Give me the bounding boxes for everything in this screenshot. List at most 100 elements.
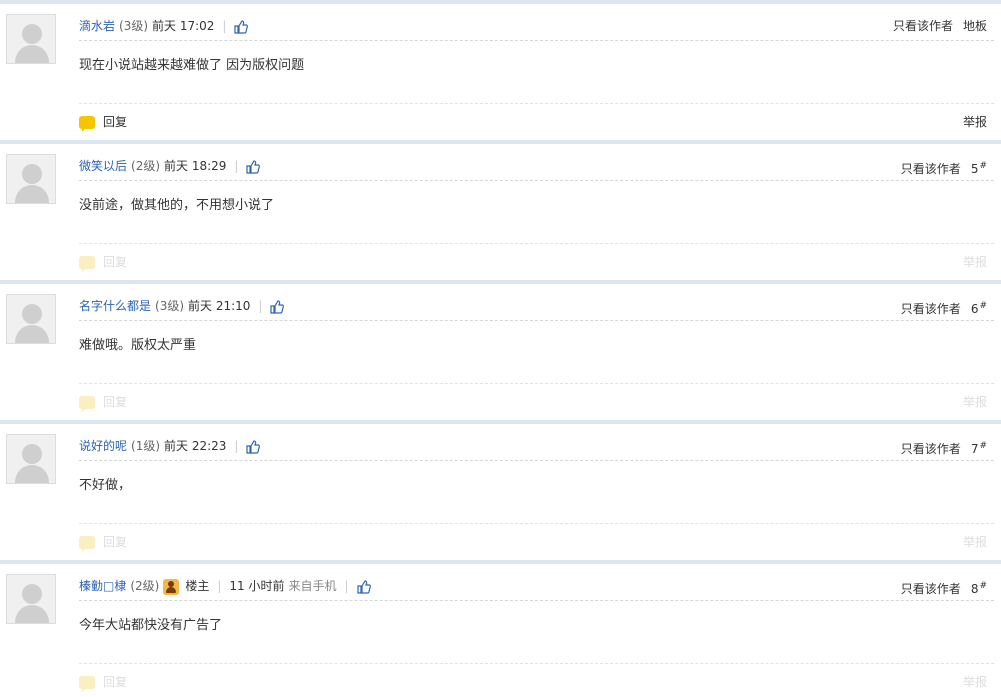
- only-author-link[interactable]: 只看该作者: [893, 19, 953, 33]
- avatar[interactable]: [6, 434, 56, 484]
- post: 滴水岩 (3级) 前天 17:02 | 只看该作者 地板 现在小说站越来越难做了 因为版…: [0, 0, 1001, 137]
- post-footer: 回复 举报: [79, 533, 987, 552]
- divider: [79, 460, 994, 461]
- divider: [79, 243, 994, 244]
- reply-label: 回复: [103, 535, 128, 549]
- post-actions-top: 只看该作者 6#: [901, 297, 987, 316]
- thumbs-up-icon[interactable]: [234, 19, 249, 34]
- only-author-link[interactable]: 只看该作者: [901, 582, 961, 596]
- floor-number: 8#: [970, 581, 987, 596]
- reply-button[interactable]: 回复: [79, 255, 128, 272]
- user-level: (3级): [155, 299, 185, 313]
- divider: [79, 180, 994, 181]
- avatar[interactable]: [6, 294, 56, 344]
- post-actions-top: 只看该作者 5#: [901, 157, 987, 176]
- reply-label: 回复: [103, 115, 128, 129]
- post-actions-top: 只看该作者 7#: [901, 437, 987, 456]
- reply-label: 回复: [103, 255, 128, 269]
- post-meta: 说好的呢 (1级) 前天 22:23 |: [79, 437, 261, 455]
- post-time: 前天 21:10: [188, 299, 251, 313]
- report-link[interactable]: 举报: [963, 673, 987, 691]
- post-actions-top: 只看该作者 地板: [893, 17, 987, 35]
- floor-mark: #: [979, 301, 987, 311]
- post-time: 前天 17:02: [152, 19, 215, 33]
- reply-button[interactable]: 回复: [79, 115, 128, 132]
- floor-number: 地板: [962, 19, 987, 33]
- divider: [79, 663, 994, 664]
- floor-mark: #: [979, 581, 987, 591]
- divider: |: [234, 159, 239, 173]
- post: 榛勭□棣 (2级) 楼主 | 11 小时前 来自手机 | 只看该作者 8# 今年大站都快没有广…: [0, 560, 1001, 697]
- user-level: (2级): [130, 579, 160, 593]
- reply-bubble-icon: [79, 676, 95, 692]
- floor-value: 5: [970, 162, 979, 176]
- reply-bubble-icon: [79, 116, 95, 132]
- report-link[interactable]: 举报: [963, 113, 987, 131]
- reply-bubble-icon: [79, 256, 95, 272]
- floor-mark: #: [979, 441, 987, 451]
- reply-button[interactable]: 回复: [79, 675, 128, 692]
- post-meta: 名字什么都是 (3级) 前天 21:10 |: [79, 297, 285, 315]
- divider: |: [234, 439, 239, 453]
- report-link[interactable]: 举报: [963, 393, 987, 411]
- divider: |: [344, 579, 349, 593]
- only-author-link[interactable]: 只看该作者: [901, 302, 961, 316]
- post: 名字什么都是 (3级) 前天 21:10 | 只看该作者 6# 难做哦。版权太严重 回复…: [0, 280, 1001, 417]
- user-level: (3级): [119, 19, 149, 33]
- reply-bubble-icon: [79, 396, 95, 412]
- thread-owner-icon: [163, 578, 180, 595]
- username-link[interactable]: 名字什么都是: [79, 299, 151, 313]
- post-meta: 榛勭□棣 (2级) 楼主 | 11 小时前 来自手机 |: [79, 577, 371, 595]
- reply-label: 回复: [103, 395, 128, 409]
- only-author-link[interactable]: 只看该作者: [901, 442, 961, 456]
- floor-value: 8: [970, 582, 979, 596]
- reply-button[interactable]: 回复: [79, 535, 128, 552]
- divider: [79, 600, 994, 601]
- post-content: 现在小说站越来越难做了 因为版权问题: [79, 58, 305, 73]
- reply-button[interactable]: 回复: [79, 395, 128, 412]
- post-actions-top: 只看该作者 8#: [901, 577, 987, 596]
- post: 微笑以后 (2级) 前天 18:29 | 只看该作者 5# 没前途，做其他的，不用想小说…: [0, 140, 1001, 277]
- divider: [79, 383, 994, 384]
- post-source: 来自手机: [288, 579, 337, 593]
- divider: [79, 103, 994, 104]
- floor-value: 6: [970, 302, 979, 316]
- post-content: 今年大站都快没有广告了: [79, 618, 223, 633]
- thumbs-up-icon[interactable]: [246, 159, 261, 174]
- avatar[interactable]: [6, 154, 56, 204]
- post-time: 前天 18:29: [164, 159, 227, 173]
- username-link[interactable]: 滴水岩: [79, 19, 115, 33]
- post-footer: 回复 举报: [79, 113, 987, 132]
- floor-value: 7: [970, 442, 979, 456]
- avatar[interactable]: [6, 574, 56, 624]
- floor-mark: #: [979, 161, 987, 171]
- divider: [79, 320, 994, 321]
- reply-bubble-icon: [79, 536, 95, 552]
- report-link[interactable]: 举报: [963, 253, 987, 271]
- avatar[interactable]: [6, 14, 56, 64]
- reply-label: 回复: [103, 675, 128, 689]
- username-link[interactable]: 榛勭□棣: [79, 579, 126, 593]
- divider: [79, 40, 994, 41]
- thumbs-up-icon[interactable]: [246, 439, 261, 454]
- thread-owner-label: 楼主: [185, 579, 210, 593]
- post-content: 没前途，做其他的，不用想小说了: [79, 198, 275, 213]
- thumbs-up-icon[interactable]: [270, 299, 285, 314]
- post-meta: 滴水岩 (3级) 前天 17:02 |: [79, 17, 249, 35]
- post-footer: 回复 举报: [79, 673, 987, 692]
- only-author-link[interactable]: 只看该作者: [901, 162, 961, 176]
- floor-number: 5#: [970, 161, 987, 176]
- username-link[interactable]: 说好的呢: [79, 439, 127, 453]
- divider: |: [258, 299, 263, 313]
- divider: [79, 523, 994, 524]
- post-time: 前天 22:23: [164, 439, 227, 453]
- post-footer: 回复 举报: [79, 253, 987, 272]
- report-link[interactable]: 举报: [963, 533, 987, 551]
- post-footer: 回复 举报: [79, 393, 987, 412]
- username-link[interactable]: 微笑以后: [79, 159, 127, 173]
- user-level: (2级): [131, 159, 161, 173]
- divider: |: [217, 579, 222, 593]
- post-time: 11 小时前: [229, 579, 285, 593]
- thumbs-up-icon[interactable]: [356, 579, 371, 594]
- floor-number: 6#: [970, 301, 987, 316]
